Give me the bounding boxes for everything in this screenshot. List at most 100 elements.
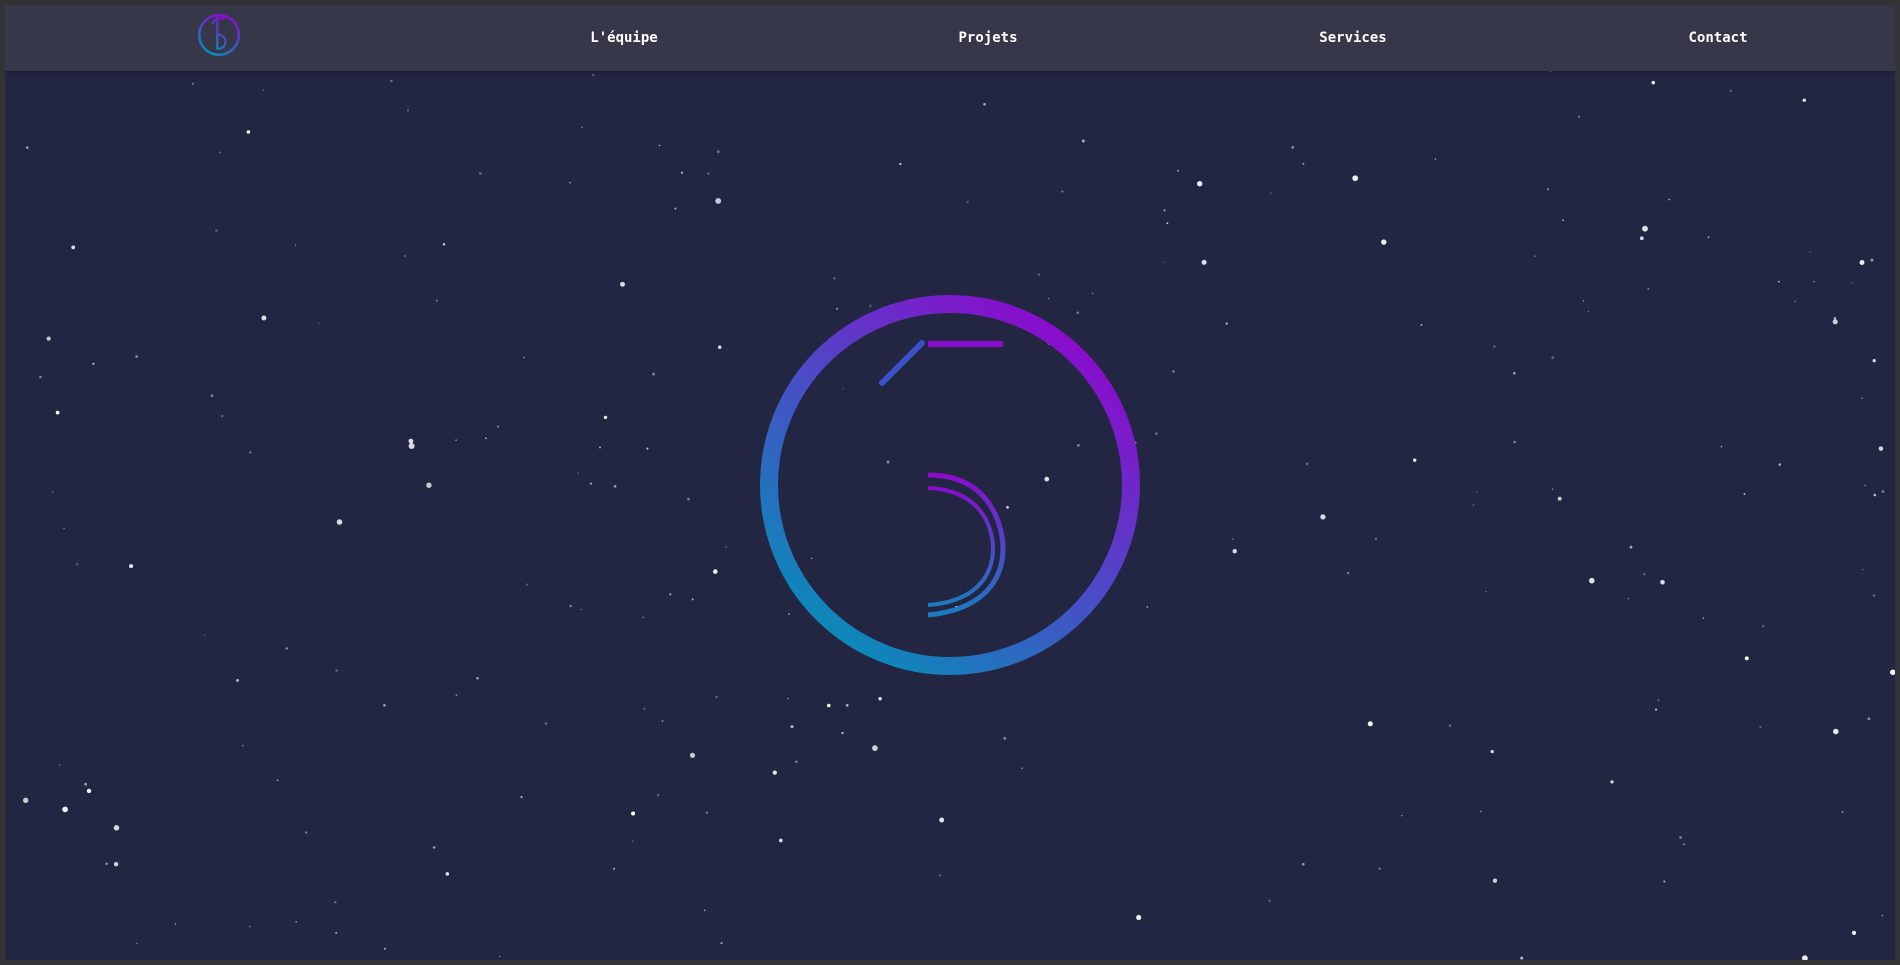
star	[1872, 594, 1876, 597]
star	[1851, 930, 1857, 936]
star	[1682, 843, 1685, 846]
star	[390, 79, 393, 83]
star	[603, 415, 608, 420]
star	[1136, 914, 1142, 921]
star	[479, 172, 482, 175]
star	[795, 760, 798, 763]
star	[249, 451, 252, 454]
star	[1777, 280, 1780, 283]
nav-link-contact[interactable]: Contact	[1688, 5, 1747, 71]
hero-logo-icon	[760, 295, 1140, 675]
nav-link-equipe[interactable]: L'équipe	[590, 5, 657, 71]
star	[1534, 255, 1536, 258]
nav-link-projets[interactable]: Projets	[958, 5, 1017, 71]
star	[589, 482, 592, 485]
star	[845, 704, 849, 707]
star	[1802, 955, 1808, 960]
star	[772, 770, 777, 775]
star	[1021, 767, 1024, 770]
star	[1320, 514, 1326, 520]
nav-logo-icon[interactable]	[197, 13, 241, 57]
star	[1081, 139, 1085, 143]
star	[680, 171, 684, 174]
star	[335, 669, 338, 672]
star	[408, 443, 415, 449]
star	[1627, 597, 1630, 600]
star	[1551, 356, 1555, 360]
star	[1512, 371, 1516, 375]
star	[827, 703, 831, 708]
star	[872, 745, 878, 751]
star	[544, 722, 548, 725]
star	[520, 795, 523, 799]
star	[75, 563, 79, 566]
star	[84, 782, 88, 786]
star	[1177, 169, 1180, 172]
star	[725, 546, 727, 548]
star	[1759, 725, 1762, 728]
star	[833, 277, 836, 280]
star	[305, 831, 308, 834]
star	[841, 731, 844, 735]
star	[334, 901, 337, 904]
star	[294, 244, 297, 246]
star	[1654, 708, 1658, 711]
star	[1401, 815, 1403, 817]
star	[285, 647, 288, 650]
star	[983, 103, 986, 106]
star	[1472, 504, 1475, 506]
star	[1587, 310, 1590, 313]
star	[1832, 319, 1838, 325]
star	[499, 955, 501, 958]
star	[335, 931, 338, 934]
star	[236, 678, 239, 682]
star	[248, 925, 251, 928]
star	[1629, 545, 1633, 549]
nav-link-services[interactable]: Services	[1319, 5, 1386, 71]
star	[712, 569, 718, 574]
star	[1268, 899, 1271, 902]
star	[1291, 145, 1295, 149]
star	[204, 634, 206, 636]
star	[525, 583, 529, 586]
star	[58, 764, 61, 767]
star	[643, 707, 646, 710]
star	[426, 482, 432, 488]
star	[1547, 188, 1550, 191]
star	[1449, 724, 1452, 727]
star	[136, 942, 138, 945]
star	[620, 281, 625, 287]
star	[1707, 236, 1710, 239]
star	[716, 150, 720, 154]
star	[406, 109, 410, 112]
star	[1520, 956, 1524, 960]
star	[1802, 98, 1807, 102]
page-frame: L'équipe Projets Services Contact	[0, 0, 1900, 965]
star	[1663, 880, 1666, 883]
star	[790, 725, 794, 729]
star	[687, 497, 690, 501]
star	[1163, 209, 1166, 212]
star	[1813, 280, 1815, 283]
star	[674, 207, 677, 210]
star	[691, 598, 694, 601]
star	[1155, 432, 1158, 435]
star	[1557, 496, 1562, 501]
star	[1162, 261, 1165, 264]
star	[703, 909, 706, 912]
star	[1647, 287, 1650, 290]
star	[1859, 260, 1865, 265]
star	[215, 229, 218, 232]
star	[1037, 273, 1041, 276]
star	[598, 446, 602, 449]
star	[1479, 810, 1482, 813]
star	[1762, 625, 1765, 628]
star	[631, 811, 636, 816]
star	[631, 840, 634, 843]
star	[1679, 836, 1682, 839]
star	[1172, 370, 1175, 373]
star	[383, 704, 386, 707]
star	[476, 676, 479, 680]
star	[241, 744, 244, 747]
star	[1881, 914, 1884, 917]
